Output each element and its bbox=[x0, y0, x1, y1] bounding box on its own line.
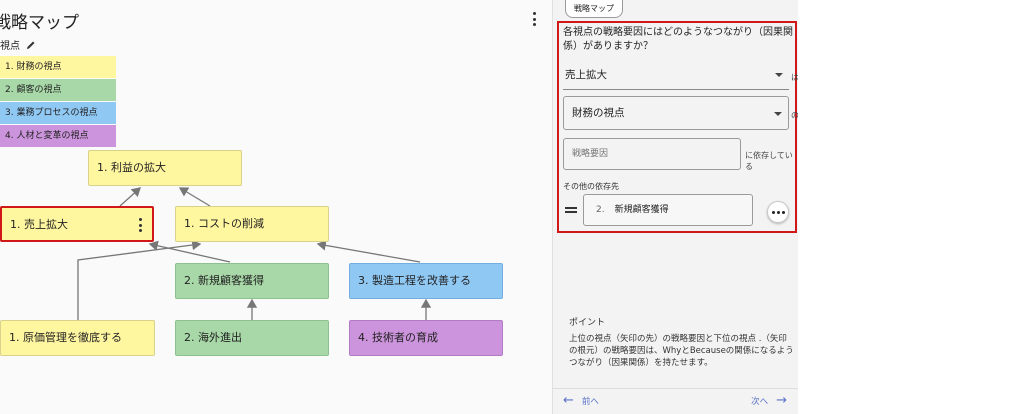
blank-area bbox=[798, 0, 1024, 414]
factor-select-value: 売上拡大 bbox=[565, 69, 607, 81]
drag-handle-icon[interactable] bbox=[565, 207, 577, 213]
suffix-depends: に依存している bbox=[745, 151, 793, 171]
next-label: 次へ bbox=[751, 396, 769, 407]
factor-select[interactable]: 売上拡大 bbox=[563, 62, 789, 90]
node-label: 1. 売上拡大 bbox=[10, 218, 68, 231]
node-cost-management[interactable]: 1. 原価管理を徹底する bbox=[0, 320, 155, 356]
dropdown-caret-icon bbox=[774, 112, 782, 116]
strategy-map-canvas: 戦略マップ 視点 1. 財務の視点 2. 顧客の視点 3. 業務プロセスの視点 … bbox=[0, 0, 552, 414]
factor-input[interactable]: 戦略要因 bbox=[563, 138, 741, 170]
dependency-label: 新規顧客獲得 bbox=[614, 205, 669, 215]
navigation-bar: ← 前へ 次へ → bbox=[553, 388, 799, 414]
perspective-select-value: 財務の視点 bbox=[572, 107, 625, 119]
arrow-sales-to-profit bbox=[119, 187, 141, 207]
prev-button[interactable]: ← 前へ bbox=[563, 394, 599, 407]
arrow-newcust-to-sales bbox=[148, 240, 231, 263]
node-menu-icon[interactable] bbox=[139, 218, 143, 232]
node-engineer-training[interactable]: 4. 技術者の育成 bbox=[349, 320, 503, 356]
question-panel: 戦略マップ 各視点の戦略要因にはどのようなつながり（因果関係）がありますか？ 売… bbox=[552, 0, 799, 414]
node-profit-growth[interactable]: 1. 利益の拡大 bbox=[88, 150, 242, 186]
arrow-right-icon: → bbox=[776, 393, 787, 408]
next-button[interactable]: 次へ → bbox=[751, 394, 787, 407]
node-sales-growth[interactable]: 1. 売上拡大 bbox=[0, 206, 154, 242]
other-dependencies-label: その他の依存先 bbox=[563, 182, 619, 191]
prev-label: 前へ bbox=[581, 396, 599, 407]
arrow-process-to-cost bbox=[316, 240, 421, 263]
dependency-field[interactable]: 2. 新規顧客獲得 bbox=[583, 194, 753, 226]
dependency-number: 2. bbox=[596, 205, 605, 215]
more-horizontal-icon[interactable] bbox=[767, 201, 789, 223]
node-overseas-expansion[interactable]: 2. 海外進出 bbox=[175, 320, 329, 356]
arrow-left-icon: ← bbox=[563, 393, 574, 408]
dropdown-caret-icon bbox=[775, 73, 783, 77]
node-new-customers[interactable]: 2. 新規顧客獲得 bbox=[175, 263, 329, 299]
tab-strategy-map[interactable]: 戦略マップ bbox=[565, 0, 623, 18]
point-body: 上位の視点（矢印の先）の戦略要因と下位の視点 .（矢印の根元）の戦略要因は、Wh… bbox=[569, 334, 794, 368]
perspective-select[interactable]: 財務の視点 bbox=[563, 96, 789, 130]
node-cost-reduction[interactable]: 1. コストの削減 bbox=[175, 206, 329, 242]
arrow-cost-to-profit bbox=[178, 187, 211, 207]
node-improve-manufacturing[interactable]: 3. 製造工程を改善する bbox=[349, 263, 503, 299]
question-text: 各視点の戦略要因にはどのようなつながり（因果関係）がありますか？ bbox=[563, 27, 793, 52]
point-heading: ポイント bbox=[569, 318, 606, 328]
